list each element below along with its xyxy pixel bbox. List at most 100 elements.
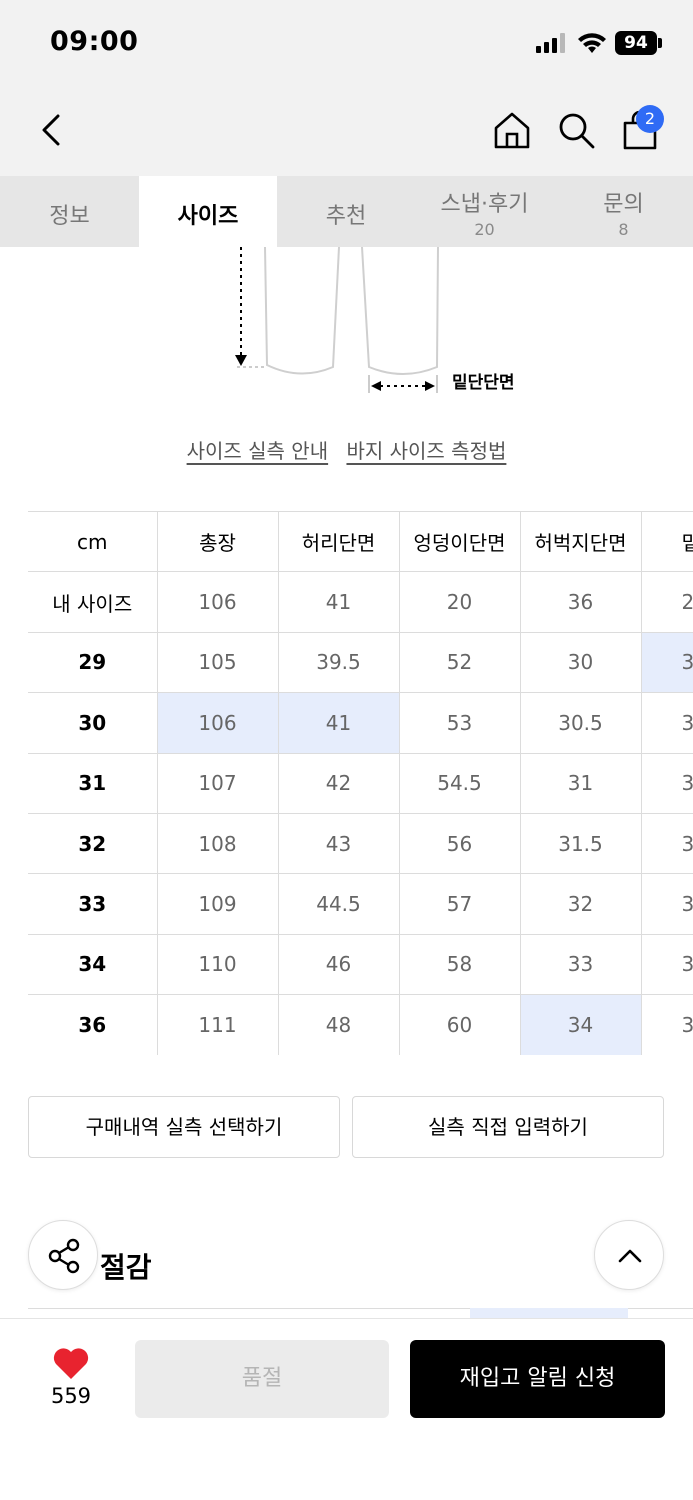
restock-alert-button[interactable]: 재입고 알림 신청: [410, 1340, 665, 1418]
table-cell: 32: [519, 873, 642, 935]
table-cell: 30: [519, 631, 642, 694]
pants-measurement-diagram: [235, 247, 439, 393]
table-cell: 3: [640, 812, 693, 875]
back-arrow-icon[interactable]: [34, 110, 70, 150]
size-table: cm 총장 허리단면 엉덩이단면 허벅지단면 밑 내 사이즈 106 41 20…: [28, 511, 693, 1055]
header-thigh: 허벅지단면: [519, 511, 642, 573]
table-cell: 34: [519, 994, 642, 1055]
table-cell: 53: [398, 692, 521, 754]
header-total-length: 총장: [156, 511, 279, 573]
tab-label: 사이즈: [177, 204, 239, 229]
heart-icon[interactable]: [52, 1346, 90, 1380]
table-cell: 58: [398, 933, 521, 996]
table-cell: 36: [519, 571, 642, 633]
top-bar: 09:00 94 2: [0, 0, 693, 176]
header-waist: 허리단면: [277, 511, 400, 573]
scroll-to-top-button[interactable]: [594, 1220, 664, 1290]
tab-count: 20: [474, 220, 495, 239]
table-cell: 107: [156, 752, 279, 814]
size-guide-link[interactable]: 사이즈 실측 안내: [187, 439, 329, 463]
table-row: 31 107 42 54.5 31 3: [28, 752, 693, 814]
table-cell: 20: [398, 571, 521, 633]
table-cell: 41: [277, 571, 400, 633]
table-cell: 109: [156, 873, 279, 935]
tab-label: 정보: [49, 204, 90, 229]
hem-width-label: 밑단단면: [452, 373, 515, 393]
table-row: 29 105 39.5 52 30 3: [28, 631, 693, 694]
table-cell: 48: [277, 994, 400, 1055]
table-cell: 105: [156, 631, 279, 694]
section-title: 절감: [100, 1251, 152, 1284]
select-purchase-history-button[interactable]: 구매내역 실측 선택하기: [28, 1096, 340, 1158]
table-cell: 3: [640, 752, 693, 814]
table-cell: 57: [398, 873, 521, 935]
row-label: 31: [28, 752, 158, 814]
manual-measure-input-button[interactable]: 실측 직접 입력하기: [352, 1096, 664, 1158]
share-icon: [48, 1238, 80, 1274]
table-cell: 110: [156, 933, 279, 996]
table-cell: 106: [156, 692, 279, 754]
tab-snap-review[interactable]: 스냅·후기 20: [415, 176, 554, 247]
table-cell: 46: [277, 933, 400, 996]
tab-recommend[interactable]: 추천: [277, 176, 415, 247]
table-cell: 56: [398, 812, 521, 875]
search-icon[interactable]: [556, 110, 596, 150]
table-cell: 33: [519, 933, 642, 996]
table-cell: 3: [640, 873, 693, 935]
size-table-container[interactable]: cm 총장 허리단면 엉덩이단면 허벅지단면 밑 내 사이즈 106 41 20…: [28, 511, 693, 1055]
table-cell: 106: [156, 571, 279, 633]
table-cell: 41: [277, 692, 400, 754]
table-cell: 3: [640, 631, 693, 694]
table-cell: 52: [398, 631, 521, 694]
table-cell: 31: [519, 752, 642, 814]
battery-tip: [658, 38, 662, 48]
chevron-up-icon: [618, 1249, 642, 1263]
table-header-row: cm 총장 허리단면 엉덩이단면 허벅지단면 밑: [28, 511, 693, 573]
row-label: 34: [28, 933, 158, 996]
table-cell: 3: [640, 692, 693, 754]
tab-count: 8: [618, 220, 629, 239]
table-row: 36 111 48 60 34 3: [28, 994, 693, 1055]
tab-label: 문의: [603, 192, 644, 217]
tab-size[interactable]: 사이즈: [139, 176, 277, 247]
table-cell: 44.5: [277, 873, 400, 935]
table-cell: 43: [277, 812, 400, 875]
table-cell: 111: [156, 994, 279, 1055]
wifi-icon: [578, 33, 606, 53]
pants-measure-link[interactable]: 바지 사이즈 측정법: [346, 439, 506, 463]
row-label: 29: [28, 631, 158, 694]
battery-level: 94: [615, 31, 657, 55]
tab-info[interactable]: 정보: [0, 176, 139, 247]
tab-label: 추천: [325, 204, 367, 229]
header-unit: cm: [28, 511, 158, 573]
table-cell: 60: [398, 994, 521, 1055]
table-cell: 30.5: [519, 692, 642, 754]
row-label: 33: [28, 873, 158, 935]
cellular-signal-icon: [536, 33, 565, 53]
table-cell: 54.5: [398, 752, 521, 814]
table-row: 33 109 44.5 57 32 3: [28, 873, 693, 935]
table-row: 32 108 43 56 31.5 3: [28, 812, 693, 875]
cart-count-badge: 2: [636, 105, 664, 133]
next-table-highlight: [470, 1308, 628, 1318]
table-cell: 2: [640, 571, 693, 633]
share-button[interactable]: [28, 1220, 98, 1290]
like-count: 559: [50, 1384, 92, 1408]
tab-bar: 정보 사이즈 추천 스냅·후기 20 문의 8: [0, 176, 693, 247]
table-cell: 3: [640, 933, 693, 996]
row-label: 30: [28, 692, 158, 754]
header-hem: 밑: [640, 511, 693, 573]
soldout-button: 품절: [135, 1340, 389, 1418]
table-row: 34 110 46 58 33 3: [28, 933, 693, 996]
table-cell: 42: [277, 752, 400, 814]
header-hip: 엉덩이단면: [398, 511, 521, 573]
home-icon[interactable]: [492, 110, 532, 150]
table-cell: 31.5: [519, 812, 642, 875]
table-row: 내 사이즈 106 41 20 36 2: [28, 571, 693, 633]
table-cell: 108: [156, 812, 279, 875]
status-time: 09:00: [50, 26, 139, 57]
row-label: 내 사이즈: [28, 571, 158, 633]
row-label: 36: [28, 994, 158, 1055]
tab-inquiry[interactable]: 문의 8: [554, 176, 693, 247]
table-cell: 39.5: [277, 631, 400, 694]
